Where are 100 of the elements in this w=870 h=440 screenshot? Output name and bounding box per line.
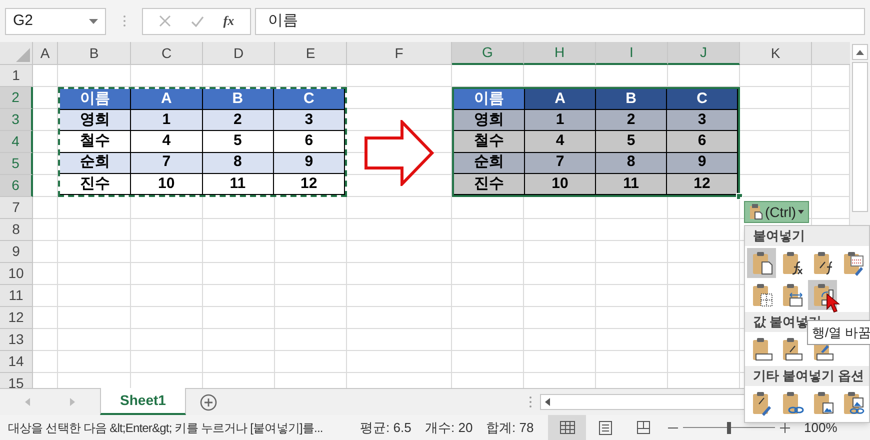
- count-value: 개수: 20: [425, 418, 474, 437]
- column-header[interactable]: I: [596, 42, 668, 65]
- grip-icon: [122, 15, 126, 27]
- header-cell: C: [667, 89, 738, 110]
- cell-reference: G2: [13, 10, 34, 31]
- cancel-icon[interactable]: [158, 15, 171, 27]
- next-sheet-icon[interactable]: [70, 398, 75, 406]
- table-cell: 7: [525, 152, 596, 174]
- table-cell: 10: [131, 174, 202, 195]
- paste-options-button[interactable]: (Ctrl): [744, 201, 810, 223]
- row-header[interactable]: 13: [0, 329, 33, 351]
- table-cell: 5: [202, 131, 274, 153]
- row-header[interactable]: 11: [0, 285, 33, 307]
- clipboard-icon: [780, 390, 804, 416]
- row-header[interactable]: 6: [0, 175, 33, 197]
- zoom-thumb[interactable]: [727, 422, 731, 434]
- table-cell: 3: [667, 110, 738, 132]
- row-header[interactable]: 3: [0, 109, 33, 131]
- table-cell: 순희: [60, 152, 132, 174]
- clipboard-icon: [841, 250, 865, 276]
- column-header[interactable]: F: [347, 42, 452, 65]
- sheet-tab[interactable]: Sheet1: [100, 388, 186, 415]
- menu-section-title: 붙여넣기: [745, 226, 869, 246]
- table-cell: 9: [667, 152, 738, 174]
- table-cell: 9: [274, 152, 345, 174]
- clipboard-icon: [841, 390, 865, 416]
- row-header[interactable]: 7: [0, 197, 33, 219]
- table-cell: 2: [596, 110, 667, 132]
- header-cell: B: [202, 89, 274, 110]
- column-header[interactable]: K: [740, 42, 812, 65]
- cell-range[interactable]: [347, 109, 452, 197]
- scroll-up-icon[interactable]: [856, 50, 864, 54]
- splitter-grip-icon[interactable]: [528, 396, 532, 408]
- column-header[interactable]: C: [131, 42, 203, 65]
- column-header[interactable]: B: [58, 42, 131, 65]
- table-cell: 진수: [454, 174, 525, 195]
- previous-sheet-icon[interactable]: [25, 398, 30, 406]
- right-arrow-icon: [364, 120, 434, 186]
- header-cell: B: [596, 89, 667, 110]
- formula-input[interactable]: 이름: [255, 8, 865, 34]
- table-cell: 11: [202, 174, 274, 195]
- table-cell: 1: [131, 110, 202, 132]
- row-header[interactable]: 8: [0, 219, 33, 241]
- table-cell: 3: [274, 110, 345, 132]
- column-header[interactable]: E: [275, 42, 347, 65]
- table-cell: 4: [525, 131, 596, 153]
- row-header[interactable]: 12: [0, 307, 33, 329]
- empty-cell[interactable]: [347, 87, 452, 109]
- table-cell: 영희: [454, 110, 525, 132]
- column-header[interactable]: D: [203, 42, 275, 65]
- dropdown-caret-icon[interactable]: [89, 18, 98, 24]
- row-header[interactable]: 15: [0, 373, 33, 388]
- table-cell: 5: [596, 131, 667, 153]
- sum-value: 합계: 78: [486, 418, 535, 437]
- table-cell: 영희: [60, 110, 132, 132]
- table-cell: 12: [667, 174, 738, 195]
- column-header[interactable]: H: [524, 42, 596, 65]
- clipboard-icon: [780, 250, 804, 276]
- cursor-icon: [826, 293, 840, 313]
- insert-function-button[interactable]: fx: [223, 11, 234, 31]
- column-header[interactable]: [812, 42, 850, 65]
- add-sheet-icon[interactable]: [200, 394, 216, 410]
- row-header[interactable]: 14: [0, 351, 33, 373]
- status-message: 대상을 선택한 다음 &lt;Enter&gt; 키를 누르거나 [붙여넣기]를...: [8, 420, 323, 436]
- column-header[interactable]: G: [452, 42, 524, 65]
- check-icon[interactable]: [190, 16, 204, 26]
- clipboard-icon: [780, 282, 804, 308]
- table-cell: 철수: [60, 131, 132, 153]
- table-cell: 4: [131, 131, 202, 153]
- menu-section-title: 기타 붙여넣기 옵션: [745, 366, 869, 386]
- table-cell: 7: [131, 152, 202, 174]
- table-cell: 2: [202, 110, 274, 132]
- clipboard-icon: [780, 336, 804, 362]
- header-cell: A: [525, 89, 596, 110]
- table-cell: 6: [667, 131, 738, 153]
- table-cell: 8: [202, 152, 274, 174]
- scroll-left-icon[interactable]: [545, 398, 550, 406]
- table-cell: 진수: [60, 174, 132, 195]
- normal-view-button[interactable]: [548, 415, 586, 440]
- row-header[interactable]: 2: [0, 87, 33, 109]
- row-header[interactable]: 5: [0, 153, 33, 175]
- page-break-icon[interactable]: [636, 421, 650, 434]
- table-cell: 10: [525, 174, 596, 195]
- row-header[interactable]: 9: [0, 241, 33, 263]
- table-cell: 6: [274, 131, 345, 153]
- zoom-slider[interactable]: [683, 422, 775, 434]
- column-header[interactable]: J: [668, 42, 740, 65]
- header-cell: C: [274, 89, 345, 110]
- row-header[interactable]: 4: [0, 131, 33, 153]
- row-header[interactable]: 1: [0, 65, 33, 87]
- zoom-in-icon[interactable]: [780, 422, 790, 432]
- page-layout-icon[interactable]: [598, 420, 612, 434]
- row-header[interactable]: 10: [0, 263, 33, 285]
- select-all-icon[interactable]: [16, 48, 30, 62]
- grid-icon: [560, 421, 574, 434]
- name-box[interactable]: G2: [5, 8, 106, 34]
- scroll-thumb[interactable]: [852, 62, 868, 212]
- table-cell: 순희: [454, 152, 525, 174]
- paste-option-button[interactable]: [747, 248, 776, 278]
- column-header[interactable]: A: [33, 42, 58, 65]
